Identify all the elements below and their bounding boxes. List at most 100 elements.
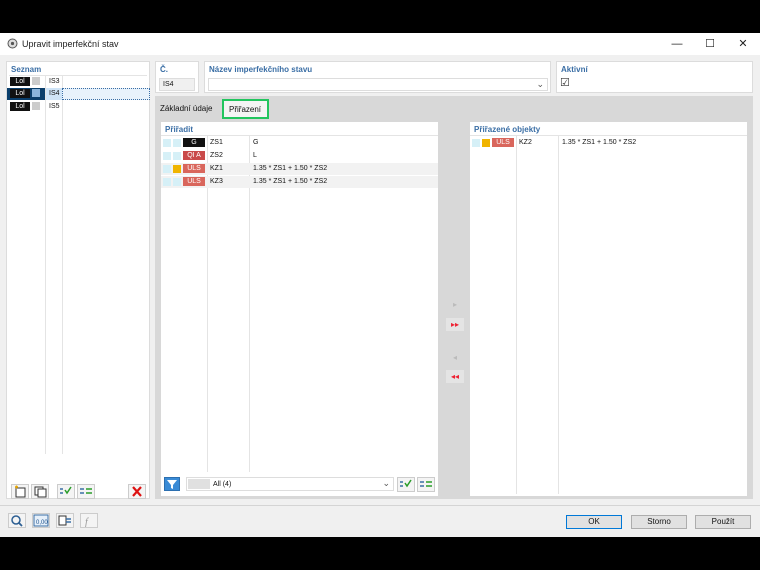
move-left-button[interactable]: ◂ — [446, 351, 464, 364]
search-icon — [11, 515, 23, 527]
list-item-label: IS3 — [49, 78, 60, 85]
filter-button[interactable] — [164, 477, 180, 491]
table-row[interactable]: ULS KZ3 1.35 * ZS1 + 1.50 * ZS2 — [161, 176, 438, 188]
move-all-left-button[interactable]: ◂◂ — [446, 370, 464, 383]
row-id: ZS1 — [210, 139, 223, 146]
delete-item-button[interactable] — [128, 484, 146, 499]
list-item-is3[interactable]: Lol IS3 — [7, 76, 149, 87]
table-edit-icon — [58, 515, 71, 526]
load-badge: Lol — [10, 89, 30, 98]
table-row[interactable]: QI A ZS2 L — [161, 150, 438, 162]
active-header: Aktivní — [561, 65, 588, 74]
function-icon: f — [85, 517, 89, 528]
arrow-right-icon: ▸ — [452, 300, 457, 309]
table-row[interactable]: ULS KZ2 1.35 * ZS1 + 1.50 * ZS2 — [470, 137, 747, 149]
filter-select[interactable]: All (4) ⌄ — [186, 477, 394, 491]
copy-icon — [34, 486, 47, 498]
chevron-down-icon: ⌄ — [536, 79, 544, 89]
color-swatch — [32, 89, 40, 97]
row-description: 1.35 * ZS1 + 1.50 * ZS2 — [253, 165, 328, 172]
cancel-button[interactable]: Storno — [631, 515, 687, 529]
double-arrow-left-icon: ◂◂ — [450, 372, 460, 381]
function-button[interactable]: f — [80, 513, 98, 528]
row-id: KZ1 — [210, 165, 223, 172]
dialog-window: Upravit imperfekční stav — ☐ ✕ Seznam Lo… — [0, 33, 760, 537]
row-description: G — [253, 139, 259, 146]
move-all-right-button[interactable]: ▸▸ — [446, 318, 464, 331]
color-swatch — [163, 165, 171, 173]
list-item-label: IS5 — [49, 103, 60, 110]
delete-icon — [132, 486, 142, 497]
color-swatch — [32, 77, 40, 85]
new-document-icon — [15, 485, 26, 498]
assign-panel: Přiřadit G ZS1 G QI A ZS2 L ULS KZ1 1.35 * ZS1 +… — [161, 122, 438, 496]
window-title: Upravit imperfekční stav — [22, 39, 119, 49]
load-badge: Lol — [10, 102, 30, 111]
svg-text:0,00: 0,00 — [36, 520, 48, 526]
maximize-button[interactable]: ☐ — [699, 36, 721, 52]
list-item-is4[interactable]: Lol IS4 — [7, 88, 150, 100]
load-type-badge: QI A — [183, 151, 205, 160]
load-type-badge: ULS — [183, 177, 205, 186]
row-id: ZS2 — [210, 152, 223, 159]
chevron-down-icon: ⌄ — [382, 478, 390, 488]
name-header: Název imperfekčního stavu — [209, 65, 313, 74]
row-id: KZ3 — [210, 178, 223, 185]
ok-button[interactable]: OK — [566, 515, 622, 529]
row-description: L — [253, 152, 257, 159]
table-row[interactable]: ULS KZ1 1.35 * ZS1 + 1.50 * ZS2 — [161, 163, 438, 175]
color-swatch — [173, 139, 181, 147]
search-button[interactable] — [8, 513, 26, 528]
row-description: 1.35 * ZS1 + 1.50 * ZS2 — [562, 139, 637, 146]
color-swatch — [173, 165, 181, 173]
arrow-left-icon: ◂ — [452, 353, 457, 362]
seznam-panel: Seznam Lol IS3 Lol IS4 Lol IS5 — [6, 61, 150, 499]
color-swatch — [472, 139, 480, 147]
assign-header: Přiřadit — [165, 125, 194, 134]
color-swatch — [163, 139, 171, 147]
table-button[interactable] — [56, 513, 74, 528]
check-list-icon — [60, 486, 72, 495]
assign-options-button[interactable] — [417, 477, 435, 492]
close-window-button[interactable]: ✕ — [732, 36, 754, 52]
list-options-icon — [80, 488, 92, 494]
assigned-panel-body: Přiřazené objekty ULS KZ2 1.35 * ZS1 + 1.5… — [470, 122, 747, 496]
apply-button[interactable]: Použít — [695, 515, 751, 529]
minimize-button[interactable]: — — [666, 36, 688, 52]
list-item-is5[interactable]: Lol IS5 — [7, 101, 149, 112]
seznam-header: Seznam — [11, 65, 42, 74]
uncheck-all-button[interactable] — [77, 484, 95, 499]
check-all-button[interactable] — [57, 484, 75, 499]
table-row[interactable]: G ZS1 G — [161, 137, 438, 149]
svg-text:f: f — [85, 517, 89, 527]
double-arrow-right-icon: ▸▸ — [450, 320, 460, 329]
assign-check-button[interactable] — [397, 477, 415, 492]
color-swatch — [32, 102, 40, 110]
new-item-button[interactable] — [11, 484, 29, 499]
load-type-badge: ULS — [183, 164, 205, 173]
check-list-icon — [400, 479, 412, 488]
color-swatch — [173, 152, 181, 160]
app-icon — [7, 38, 18, 49]
number-field: IS4 — [159, 78, 195, 91]
list-item-label: IS4 — [49, 90, 60, 97]
move-right-button[interactable]: ▸ — [446, 298, 464, 311]
load-badge: Lol — [10, 77, 30, 86]
tab-zakladni-udaje[interactable]: Základní údaje — [160, 104, 212, 113]
active-checkbox[interactable]: ☑ — [560, 76, 570, 89]
filter-icon — [167, 480, 177, 489]
color-swatch — [163, 178, 171, 186]
color-swatch — [163, 152, 171, 160]
tab-prirazeni[interactable]: Přiřazení — [222, 99, 269, 119]
load-type-badge: G — [183, 138, 205, 147]
copy-item-button[interactable] — [31, 484, 49, 499]
row-description: 1.35 * ZS1 + 1.50 * ZS2 — [253, 178, 328, 185]
name-field[interactable]: ⌄ — [208, 78, 548, 91]
color-swatch — [482, 139, 490, 147]
row-id: KZ2 — [519, 139, 532, 146]
title-bar: Upravit imperfekční stav — ☐ ✕ — [0, 33, 760, 55]
number-header: Č. — [160, 65, 168, 74]
units-button[interactable]: 0,00 — [32, 513, 50, 528]
color-swatch — [173, 178, 181, 186]
assigned-header: Přiřazené objekty — [474, 125, 541, 134]
